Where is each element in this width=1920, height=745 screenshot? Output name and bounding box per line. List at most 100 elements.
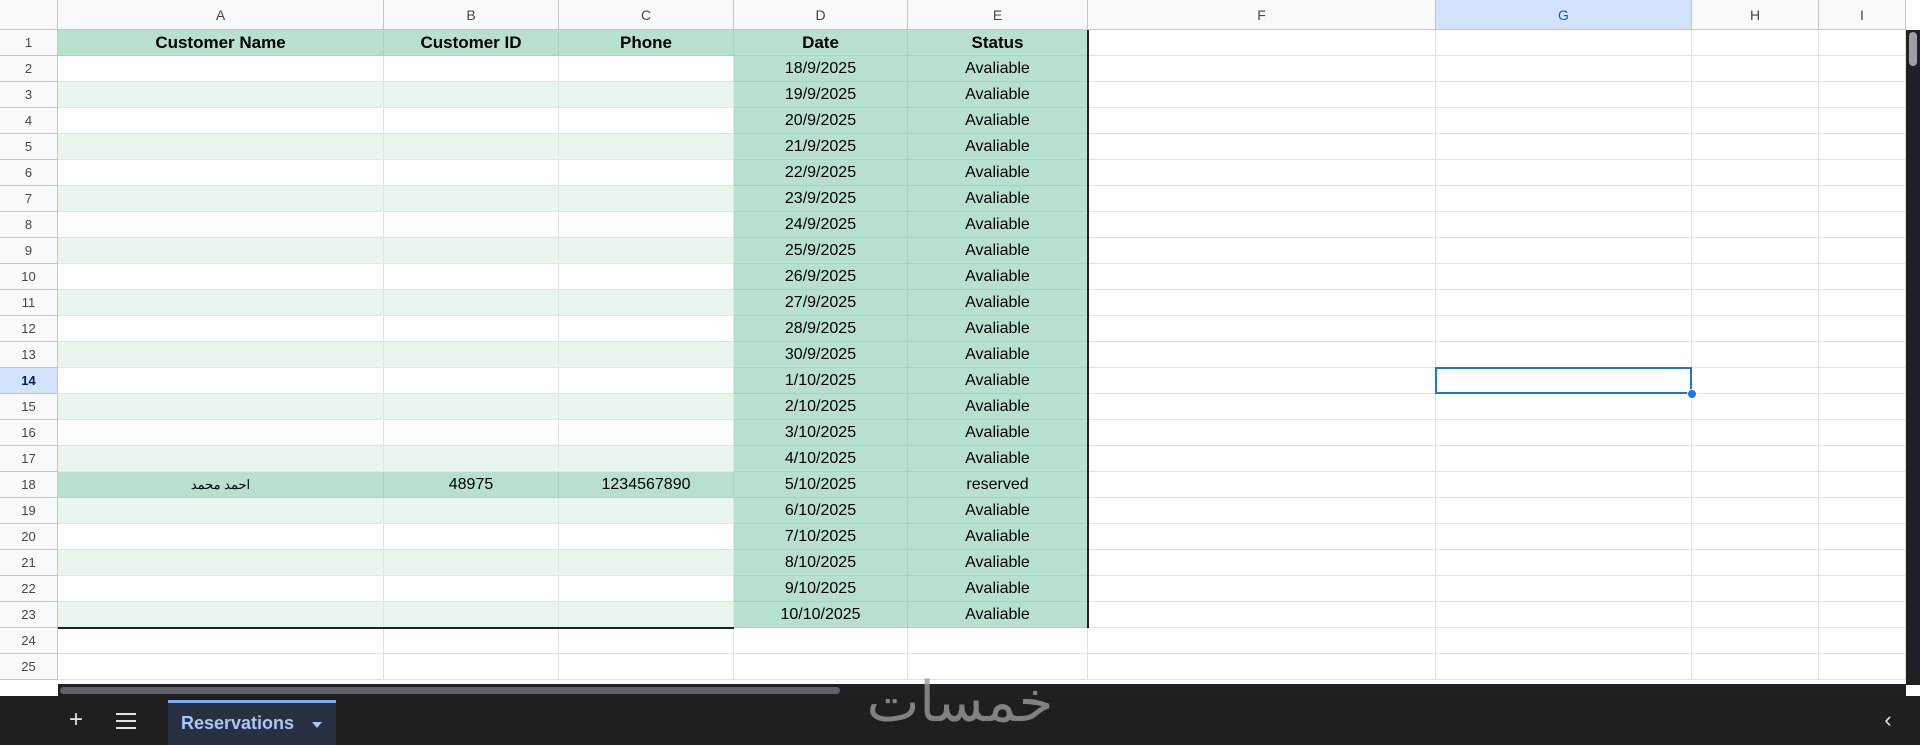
cell-d18[interactable]: 5/10/2025 bbox=[734, 472, 908, 498]
row-header-24[interactable]: 24 bbox=[0, 628, 58, 654]
cell-f9[interactable] bbox=[1088, 238, 1436, 264]
cell-h14[interactable] bbox=[1692, 368, 1819, 394]
sheet-tab-reservations[interactable]: Reservations bbox=[168, 700, 336, 745]
cell-a13[interactable] bbox=[58, 342, 384, 368]
cell-e13[interactable]: Avaliable bbox=[908, 342, 1088, 368]
cell-b9[interactable] bbox=[384, 238, 559, 264]
cell-a24[interactable] bbox=[58, 628, 384, 654]
row-header-1[interactable]: 1 bbox=[0, 30, 58, 56]
cell-f4[interactable] bbox=[1088, 108, 1436, 134]
cell-g5[interactable] bbox=[1436, 134, 1692, 160]
row-header-15[interactable]: 15 bbox=[0, 394, 58, 420]
cell-c10[interactable] bbox=[559, 264, 734, 290]
cell-h20[interactable] bbox=[1692, 524, 1819, 550]
cell-h21[interactable] bbox=[1692, 550, 1819, 576]
cell-b5[interactable] bbox=[384, 134, 559, 160]
cell-f15[interactable] bbox=[1088, 394, 1436, 420]
row-header-12[interactable]: 12 bbox=[0, 316, 58, 342]
column-header-d[interactable]: D bbox=[734, 0, 908, 30]
cell-b13[interactable] bbox=[384, 342, 559, 368]
cell-d1[interactable]: Date bbox=[734, 30, 908, 56]
cell-i5[interactable] bbox=[1819, 134, 1906, 160]
select-all-corner[interactable] bbox=[0, 0, 58, 30]
cell-d16[interactable]: 3/10/2025 bbox=[734, 420, 908, 446]
cell-b8[interactable] bbox=[384, 212, 559, 238]
cell-b25[interactable] bbox=[384, 654, 559, 680]
cell-i7[interactable] bbox=[1819, 186, 1906, 212]
cell-i2[interactable] bbox=[1819, 56, 1906, 82]
cell-a10[interactable] bbox=[58, 264, 384, 290]
cell-e16[interactable]: Avaliable bbox=[908, 420, 1088, 446]
cell-g20[interactable] bbox=[1436, 524, 1692, 550]
cell-g2[interactable] bbox=[1436, 56, 1692, 82]
selected-cell-outline[interactable] bbox=[1435, 367, 1692, 394]
cell-b23[interactable] bbox=[384, 602, 559, 628]
row-header-22[interactable]: 22 bbox=[0, 576, 58, 602]
spreadsheet-grid[interactable]: A B C D E F G H I 1 Customer Name Customer ID Phone D… bbox=[0, 0, 1920, 685]
cell-f20[interactable] bbox=[1088, 524, 1436, 550]
cell-c19[interactable] bbox=[559, 498, 734, 524]
cell-f6[interactable] bbox=[1088, 160, 1436, 186]
cell-c14[interactable] bbox=[559, 368, 734, 394]
cell-g24[interactable] bbox=[1436, 628, 1692, 654]
cell-g4[interactable] bbox=[1436, 108, 1692, 134]
cell-a7[interactable] bbox=[58, 186, 384, 212]
cell-g6[interactable] bbox=[1436, 160, 1692, 186]
cell-f5[interactable] bbox=[1088, 134, 1436, 160]
row-header-7[interactable]: 7 bbox=[0, 186, 58, 212]
cell-i18[interactable] bbox=[1819, 472, 1906, 498]
cell-g13[interactable] bbox=[1436, 342, 1692, 368]
cell-e5[interactable]: Avaliable bbox=[908, 134, 1088, 160]
row-header-17[interactable]: 17 bbox=[0, 446, 58, 472]
cell-h22[interactable] bbox=[1692, 576, 1819, 602]
cell-g23[interactable] bbox=[1436, 602, 1692, 628]
column-header-e[interactable]: E bbox=[908, 0, 1088, 30]
cell-h13[interactable] bbox=[1692, 342, 1819, 368]
cell-f1[interactable] bbox=[1088, 30, 1436, 56]
cell-c7[interactable] bbox=[559, 186, 734, 212]
cell-e18[interactable]: reserved bbox=[908, 472, 1088, 498]
row-header-11[interactable]: 11 bbox=[0, 290, 58, 316]
cell-e20[interactable]: Avaliable bbox=[908, 524, 1088, 550]
cell-b16[interactable] bbox=[384, 420, 559, 446]
cell-i14[interactable] bbox=[1819, 368, 1906, 394]
cell-b1[interactable]: Customer ID bbox=[384, 30, 559, 56]
cell-g7[interactable] bbox=[1436, 186, 1692, 212]
cell-c9[interactable] bbox=[559, 238, 734, 264]
cell-g25[interactable] bbox=[1436, 654, 1692, 680]
cell-h10[interactable] bbox=[1692, 264, 1819, 290]
cell-h4[interactable] bbox=[1692, 108, 1819, 134]
cell-g21[interactable] bbox=[1436, 550, 1692, 576]
cell-e24[interactable] bbox=[908, 628, 1088, 654]
cell-h25[interactable] bbox=[1692, 654, 1819, 680]
cell-a11[interactable] bbox=[58, 290, 384, 316]
cell-e2[interactable]: Avaliable bbox=[908, 56, 1088, 82]
column-header-a[interactable]: A bbox=[58, 0, 384, 30]
cell-g16[interactable] bbox=[1436, 420, 1692, 446]
cell-e3[interactable]: Avaliable bbox=[908, 82, 1088, 108]
cell-h24[interactable] bbox=[1692, 628, 1819, 654]
cell-f13[interactable] bbox=[1088, 342, 1436, 368]
cell-h12[interactable] bbox=[1692, 316, 1819, 342]
cell-i17[interactable] bbox=[1819, 446, 1906, 472]
cell-f25[interactable] bbox=[1088, 654, 1436, 680]
cell-f16[interactable] bbox=[1088, 420, 1436, 446]
cell-d9[interactable]: 25/9/2025 bbox=[734, 238, 908, 264]
cell-e11[interactable]: Avaliable bbox=[908, 290, 1088, 316]
cell-h23[interactable] bbox=[1692, 602, 1819, 628]
cell-a15[interactable] bbox=[58, 394, 384, 420]
cell-b6[interactable] bbox=[384, 160, 559, 186]
cell-c2[interactable] bbox=[559, 56, 734, 82]
row-header-19[interactable]: 19 bbox=[0, 498, 58, 524]
cell-b11[interactable] bbox=[384, 290, 559, 316]
cell-a23[interactable] bbox=[58, 602, 384, 628]
cell-i11[interactable] bbox=[1819, 290, 1906, 316]
cell-h3[interactable] bbox=[1692, 82, 1819, 108]
cell-i25[interactable] bbox=[1819, 654, 1906, 680]
cell-c17[interactable] bbox=[559, 446, 734, 472]
cell-f19[interactable] bbox=[1088, 498, 1436, 524]
cell-h6[interactable] bbox=[1692, 160, 1819, 186]
cell-g18[interactable] bbox=[1436, 472, 1692, 498]
row-header-18[interactable]: 18 bbox=[0, 472, 58, 498]
cell-i20[interactable] bbox=[1819, 524, 1906, 550]
